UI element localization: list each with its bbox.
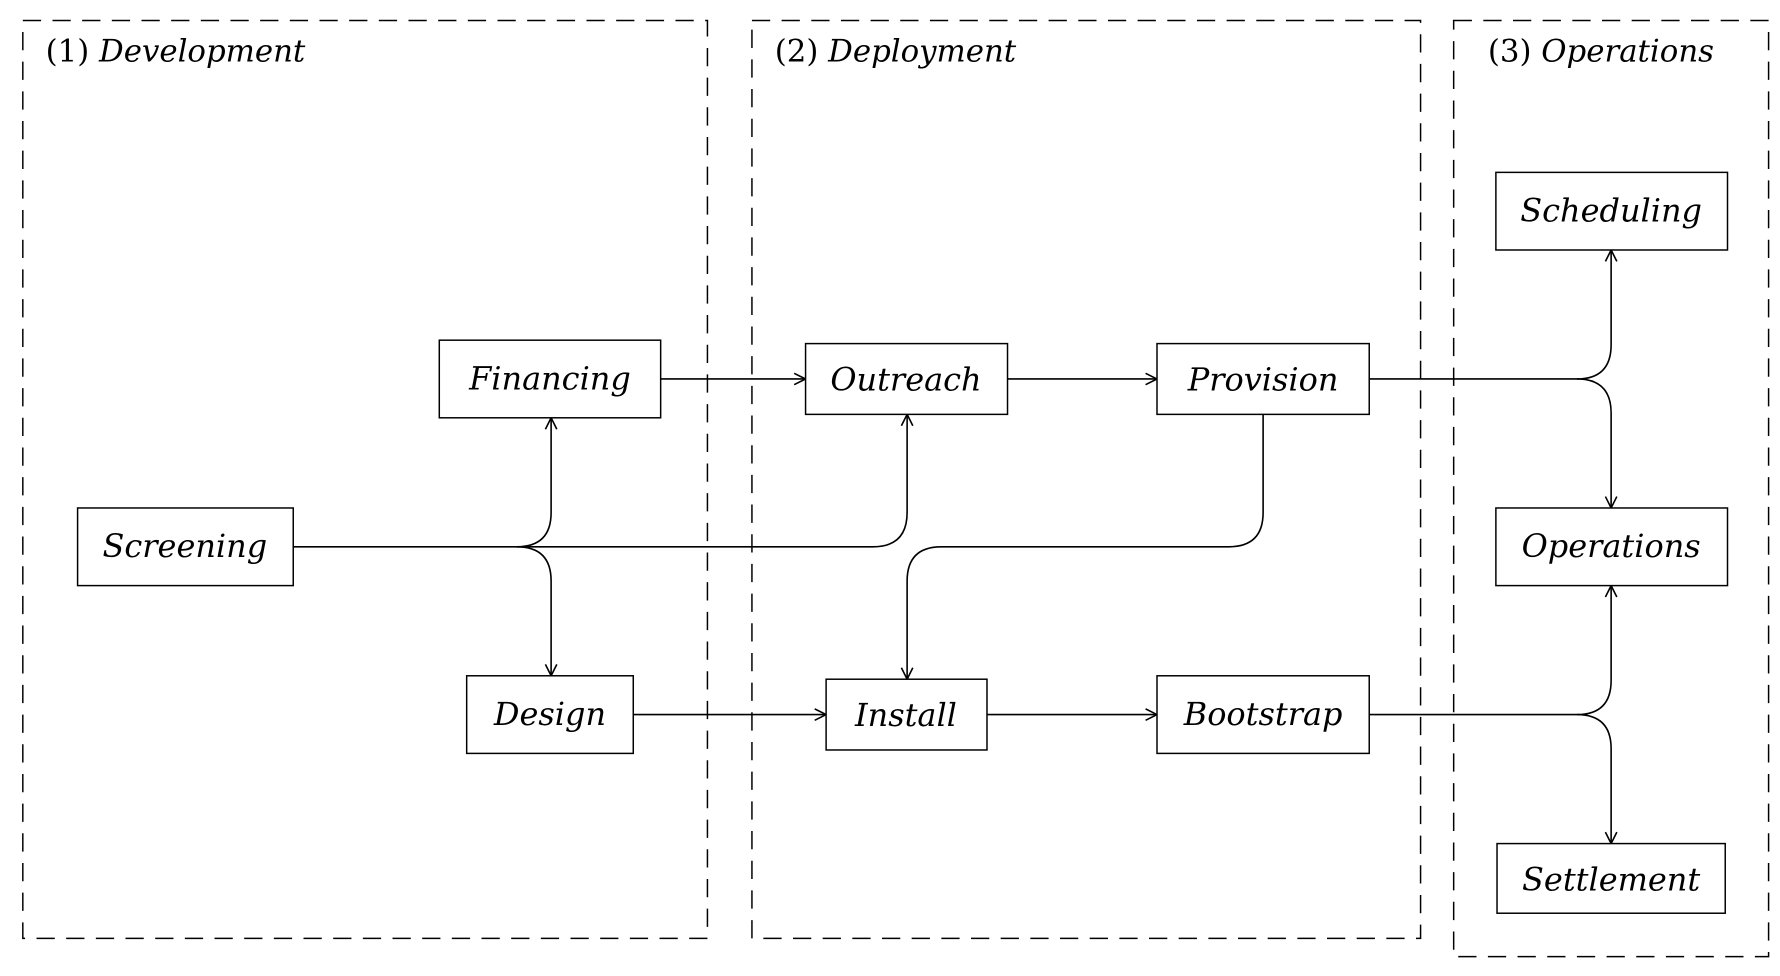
edge-bootstrap-operations — [1369, 586, 1611, 716]
group-development: (1) Development — [22, 19, 709, 940]
group-number: (3) — [1488, 34, 1532, 70]
group-title: Development — [98, 34, 306, 70]
group-deployment: (2) Deployment — [751, 19, 1422, 940]
svg-text:(2) Deployment: (2) Deployment — [775, 34, 1017, 70]
edge-provision-install — [907, 414, 1264, 679]
node-install: Install — [825, 678, 988, 751]
node-label: Settlement — [1522, 860, 1700, 898]
group-title: Deployment — [827, 34, 1017, 70]
node-design: Design — [465, 675, 635, 755]
node-label: Design — [493, 695, 606, 733]
edge-screening-outreach — [516, 414, 907, 548]
group-number: (2) — [775, 34, 819, 70]
node-screening: Screening — [76, 507, 294, 587]
edge-provision-operations — [1576, 378, 1611, 508]
node-outreach: Outreach — [804, 342, 1009, 416]
node-label: Operations — [1522, 527, 1701, 565]
edge-provision-scheduling — [1369, 250, 1611, 380]
group-number: (1) — [46, 34, 90, 70]
node-provision: Provision — [1156, 342, 1370, 416]
node-label: Outreach — [830, 360, 981, 398]
node-operations: Operations — [1495, 507, 1729, 587]
node-label: Provision — [1187, 360, 1339, 398]
node-label: Bootstrap — [1183, 695, 1343, 733]
edge-screening-design — [516, 545, 551, 676]
edges — [293, 250, 1611, 844]
node-label: Install — [854, 696, 957, 734]
group-title: Operations — [1541, 34, 1714, 70]
node-label: Screening — [103, 527, 268, 565]
node-financing: Financing — [438, 339, 662, 419]
node-settlement: Settlement — [1496, 842, 1726, 914]
node-scheduling: Scheduling — [1495, 171, 1729, 251]
svg-text:(3) Operations: (3) Operations — [1488, 34, 1714, 70]
svg-text:(1) Development: (1) Development — [46, 34, 306, 70]
node-label: Scheduling — [1520, 191, 1702, 229]
node-bootstrap: Bootstrap — [1156, 675, 1370, 755]
edge-bootstrap-settlement — [1576, 713, 1611, 844]
edge-screening-financing — [293, 418, 551, 548]
node-label: Financing — [468, 359, 631, 397]
flow-diagram: (1) Development (2) Deployment (3) Opera… — [22, 19, 1770, 958]
